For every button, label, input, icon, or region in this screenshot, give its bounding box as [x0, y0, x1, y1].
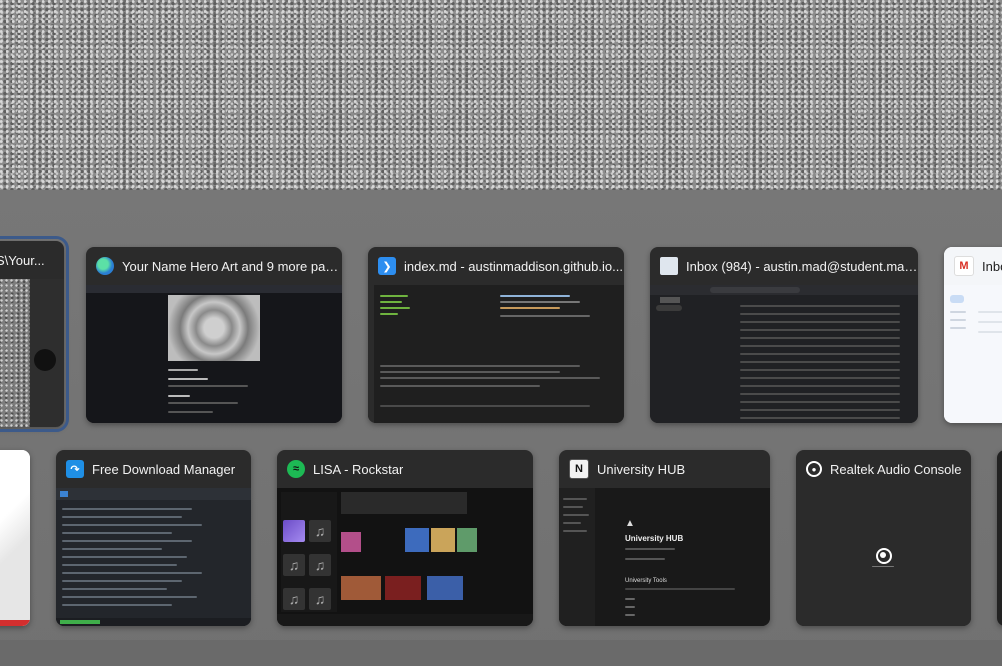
window-card-fdm[interactable]: ↷ Free Download Manager [56, 450, 251, 626]
window-card-header: Your Name Hero Art and 9 more pag... [86, 247, 342, 285]
window-title: index.md - austinmaddison.github.io... [404, 258, 623, 274]
window-card-header: Inbox (984) - austin.mad@student.mah... [650, 247, 918, 285]
window-thumbnail [0, 279, 64, 427]
window-thumbnail: ♫ ♫ ♫ ♫ ♫ [277, 488, 533, 626]
window-title: Inbo [982, 258, 1002, 274]
vscode-icon: ❯ [378, 257, 396, 275]
window-card-header: S\Your... [0, 241, 64, 279]
window-card-gmail[interactable]: M Inbo [944, 247, 1002, 423]
window-thumbnail [56, 488, 251, 626]
window-card-header: ↷ Free Download Manager [56, 450, 251, 488]
window-thumbnail [650, 285, 918, 423]
desktop-wallpaper [0, 0, 1002, 190]
switcher-bottom-edge [0, 640, 1002, 666]
window-thumbnail [944, 285, 1002, 423]
window-title: Inbox (984) - austin.mad@student.mah... [686, 258, 918, 274]
window-card-photo-editor[interactable]: S\Your... [0, 236, 69, 432]
window-thumbnail [796, 488, 971, 626]
window-card-header: ❯ index.md - austinmaddison.github.io... [368, 247, 624, 285]
window-thumbnail: ▲ University HUB University Tools [559, 488, 770, 626]
window-card-spotify[interactable]: ≈ LISA - Rockstar ♫ ♫ ♫ ♫ ♫ [277, 450, 533, 626]
window-card-partial[interactable] [997, 450, 1002, 626]
gmail-icon: M [954, 256, 974, 276]
window-title: Realtek Audio Console [830, 461, 962, 477]
notion-subheading: University Tools [625, 578, 667, 584]
window-title: LISA - Rockstar [313, 461, 404, 477]
window-card-header: M Inbo [944, 247, 1002, 285]
hero-art-image [168, 295, 260, 361]
window-card-blank[interactable] [0, 450, 30, 626]
notion-page-title: University HUB [625, 534, 684, 543]
mail-window-icon [660, 257, 678, 275]
window-card-realtek[interactable]: ● Realtek Audio Console [796, 450, 971, 626]
window-title: Free Download Manager [92, 461, 236, 477]
window-card-mail[interactable]: Inbox (984) - austin.mad@student.mah... [650, 247, 918, 423]
window-card-edge[interactable]: Your Name Hero Art and 9 more pag... [86, 247, 342, 423]
window-card-vscode[interactable]: ❯ index.md - austinmaddison.github.io... [368, 247, 624, 423]
window-thumbnail [368, 285, 624, 423]
window-thumbnail [0, 450, 30, 626]
notion-icon: N [569, 459, 589, 479]
window-thumbnail [86, 285, 342, 423]
window-card-header: ● Realtek Audio Console [796, 450, 971, 488]
window-card-header: N University HUB [559, 450, 770, 488]
window-title: S\Your... [0, 252, 45, 268]
spotify-icon: ≈ [287, 460, 305, 478]
window-title: University HUB [597, 461, 686, 477]
window-card-notion[interactable]: N University HUB ▲ University HUB Univer… [559, 450, 770, 626]
window-card-header: ≈ LISA - Rockstar [277, 450, 533, 488]
realtek-icon: ● [806, 461, 822, 477]
edge-icon [96, 257, 114, 275]
fdm-icon: ↷ [66, 460, 84, 478]
window-title: Your Name Hero Art and 9 more pag... [122, 258, 342, 274]
